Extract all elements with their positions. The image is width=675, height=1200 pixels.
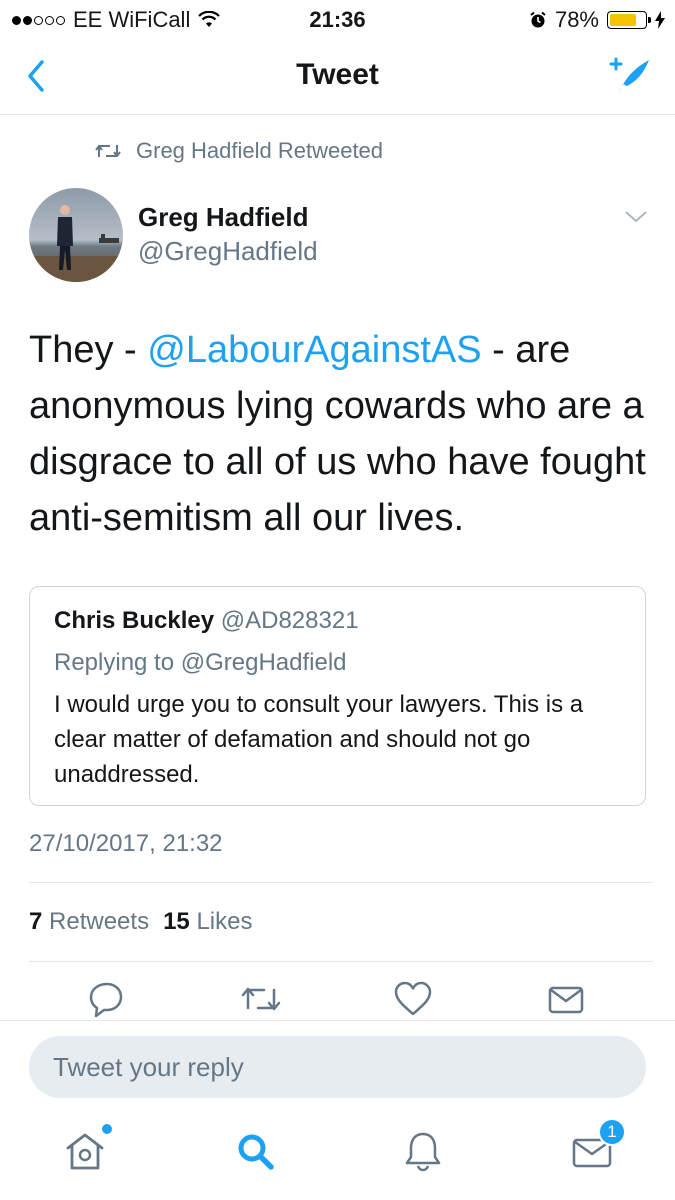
tweet-mention-link[interactable]: @LabourAgainstAS [147, 329, 481, 371]
quoted-author-handle: @AD828321 [220, 607, 359, 634]
charging-bolt-icon [655, 11, 665, 29]
tab-search[interactable] [230, 1126, 280, 1176]
divider [29, 961, 653, 962]
tab-bar: 1 [0, 1112, 675, 1200]
quoted-author: Chris Buckley @AD828321 [54, 607, 359, 635]
quoted-author-name: Chris Buckley [54, 607, 215, 634]
retweet-icon[interactable] [238, 976, 284, 1022]
messages-badge: 1 [598, 1118, 626, 1146]
author-handle[interactable]: @GregHadfield [138, 236, 318, 267]
retweeted-by[interactable]: Greg Hadfield Retweeted [94, 138, 383, 164]
reply-input[interactable]: Tweet your reply [29, 1036, 646, 1098]
author-name[interactable]: Greg Hadfield [138, 202, 308, 233]
nav-bar: Tweet [0, 40, 675, 115]
divider [0, 1020, 675, 1021]
quoted-replying-to: Replying to @GregHadfield [54, 649, 347, 676]
likes-stat[interactable]: 15 Likes [163, 908, 252, 936]
quoted-tweet[interactable]: Chris Buckley @AD828321 Replying to @Gre… [29, 586, 646, 806]
tweet-text-before: They - [29, 329, 148, 371]
status-bar: EE WiFiCall 21:36 78% [0, 0, 675, 40]
tweet-timestamp: 27/10/2017, 21:32 [29, 830, 223, 857]
likes-count: 15 [163, 908, 190, 935]
tweet-text: They - @LabourAgainstAS - are anonymous … [29, 322, 659, 546]
avatar[interactable] [29, 188, 123, 282]
notifications-icon [405, 1132, 441, 1172]
reply-icon[interactable] [84, 976, 130, 1022]
retweet-small-icon [95, 145, 121, 157]
retweets-count: 7 [29, 908, 43, 935]
direct-message-icon[interactable] [543, 976, 589, 1022]
alarm-icon [530, 11, 546, 28]
likes-label: Likes [196, 908, 253, 935]
status-bar-right: 78% [529, 7, 665, 33]
battery-fill [610, 14, 636, 26]
like-icon[interactable] [390, 976, 436, 1022]
page-title: Tweet [296, 58, 379, 91]
battery-percent: 78% [554, 7, 599, 32]
tab-notifications[interactable] [398, 1126, 448, 1176]
search-icon [238, 1134, 274, 1170]
home-new-indicator [102, 1124, 112, 1134]
compose-tweet-icon[interactable] [605, 54, 653, 98]
divider [29, 882, 653, 883]
battery-icon [607, 11, 651, 29]
tab-messages[interactable]: 1 [568, 1118, 626, 1176]
retweeted-by-label: Greg Hadfield Retweeted [136, 138, 384, 163]
retweets-label: Retweets [49, 908, 150, 935]
tweet-stats: 7 Retweets 15 Likes [29, 908, 252, 936]
retweets-stat[interactable]: 7 Retweets [29, 908, 149, 936]
tab-home[interactable] [60, 1124, 112, 1176]
home-icon [66, 1133, 104, 1170]
quoted-tweet-text: I would urge you to consult your lawyers… [54, 691, 584, 788]
tweet-actions [0, 976, 675, 1022]
chevron-down-icon[interactable] [623, 206, 649, 226]
